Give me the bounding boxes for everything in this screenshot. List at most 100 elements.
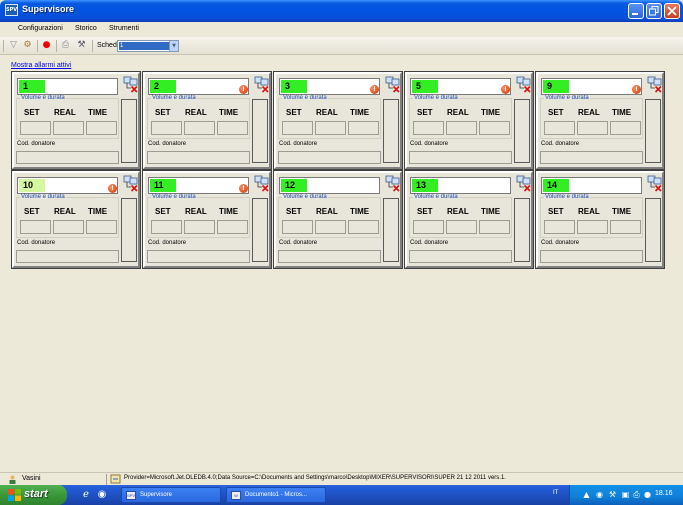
menu-storico[interactable]: Storico <box>75 25 97 32</box>
show-active-alarms-link[interactable]: Mostra allarmi attivi <box>11 62 71 69</box>
panel-id[interactable]: 9 <box>543 80 569 93</box>
language-indicator[interactable]: IT <box>553 490 558 496</box>
time-header: TIME <box>612 108 632 117</box>
tray-network-icon[interactable]: ▲ <box>582 490 591 499</box>
network-disconnected-icon[interactable] <box>646 76 662 93</box>
system-tray: ▲ ◉ ⚒ ▣ ⎙ ● 18.16 <box>569 485 683 505</box>
panel-side-indicator <box>252 99 268 163</box>
set-header: SET <box>155 108 171 117</box>
menu-strumenti[interactable]: Strumenti <box>109 25 139 32</box>
start-button[interactable]: start <box>0 485 67 505</box>
scheda-select[interactable]: 1 ▼ <box>117 40 179 52</box>
donation-panel[interactable]: 10! Volume e durata SET REAL TIME Cod. donato… <box>12 171 140 268</box>
donation-panel[interactable]: 11! Volume e durata SET REAL TIME Cod. donato… <box>143 171 271 268</box>
donation-panel[interactable]: 9! Volume e durata SET REAL TIME Cod. donator… <box>536 72 664 169</box>
real-header: REAL <box>316 108 338 117</box>
network-disconnected-icon[interactable] <box>253 76 269 93</box>
time-header: TIME <box>481 108 501 117</box>
time-value <box>86 220 117 234</box>
minimize-button[interactable] <box>628 3 644 19</box>
volume-duration-label: Volume e durata <box>413 95 459 102</box>
network-disconnected-icon[interactable] <box>515 175 531 192</box>
donation-panel[interactable]: 12 Volume e durata SET REAL TIME Cod. donator… <box>274 171 402 268</box>
user-name: Vasini <box>22 475 41 482</box>
volume-duration-label: Volume e durata <box>544 194 590 201</box>
panel-id[interactable]: 3 <box>281 80 307 93</box>
warning-icon: ! <box>108 184 117 193</box>
panel-id[interactable]: 13 <box>412 179 438 192</box>
panel-id[interactable]: 14 <box>543 179 569 192</box>
maximize-button[interactable] <box>646 3 662 19</box>
tray-alert-icon[interactable]: ● <box>643 490 652 499</box>
donation-panel[interactable]: 13 Volume e durata SET REAL TIME Cod. donator… <box>405 171 533 268</box>
time-value <box>86 121 117 135</box>
set-header: SET <box>286 207 302 216</box>
set-value <box>282 220 313 234</box>
set-value <box>20 121 51 135</box>
tray-monitor-icon[interactable]: ▣ <box>621 490 630 499</box>
real-value <box>315 220 346 234</box>
network-disconnected-icon[interactable] <box>122 175 138 192</box>
toolbar-separator <box>37 40 38 52</box>
status-separator <box>106 474 107 485</box>
blood-drop-icon[interactable]: ● <box>41 40 52 51</box>
volume-duration-group: Volume e durata SET REAL TIME <box>278 194 381 238</box>
title-bar[interactable]: SPV Supervisore <box>0 0 683 22</box>
donation-panel[interactable]: 5! Volume e durata SET REAL TIME Cod. donator… <box>405 72 533 169</box>
donor-code-label: Cod. donatore <box>17 141 56 147</box>
network-disconnected-icon[interactable] <box>384 76 400 93</box>
panel-header: 10! <box>17 177 118 194</box>
panel-id[interactable]: 10 <box>19 179 45 192</box>
set-value <box>544 220 575 234</box>
real-header: REAL <box>185 207 207 216</box>
donor-code-field <box>278 151 381 164</box>
panel-id[interactable]: 1 <box>19 80 45 93</box>
settings-icon[interactable]: ⚙ <box>22 40 33 51</box>
panel-header: 13 <box>410 177 511 194</box>
panel-id[interactable]: 2 <box>150 80 176 93</box>
volume-duration-group: Volume e durata SET REAL TIME <box>147 95 250 139</box>
donor-code-label: Cod. donatore <box>17 240 56 246</box>
network-disconnected-icon[interactable] <box>253 175 269 192</box>
clock: 18.16 <box>655 490 673 497</box>
word-document-icon: W <box>231 491 241 500</box>
panel-id[interactable]: 11 <box>150 179 176 192</box>
panel-id[interactable]: 5 <box>412 80 438 93</box>
real-header: REAL <box>578 207 600 216</box>
close-button[interactable] <box>664 3 680 19</box>
task-supervisore[interactable]: SPV Supervisore <box>121 487 221 503</box>
donor-code-field <box>278 250 381 263</box>
media-player-icon[interactable]: ◉ <box>96 489 108 501</box>
tray-printer-icon[interactable]: ⎙ <box>632 490 641 499</box>
donation-panel[interactable]: 14 Volume e durata SET REAL TIME Cod. donator… <box>536 171 664 268</box>
print-icon[interactable]: ⎙ <box>60 40 71 51</box>
scheda-value: 1 <box>119 42 170 50</box>
time-header: TIME <box>219 207 239 216</box>
supervisore-task-icon: SPV <box>126 491 136 500</box>
donation-panel[interactable]: 3! Volume e durata SET REAL TIME Cod. donator… <box>274 72 402 169</box>
network-disconnected-icon[interactable] <box>646 175 662 192</box>
task-documento[interactable]: W Documento1 - Micros... <box>226 487 326 503</box>
volume-duration-label: Volume e durata <box>151 194 197 201</box>
donation-panel[interactable]: 2! Volume e durata SET REAL TIME Cod. donator… <box>143 72 271 169</box>
tray-security-icon[interactable]: ⚒ <box>608 490 617 499</box>
tray-shield-icon[interactable]: ◉ <box>595 490 604 499</box>
donation-panel[interactable]: 1 Volume e durata SET REAL TIME Cod. donatore <box>12 72 140 169</box>
panel-id[interactable]: 12 <box>281 179 307 192</box>
filter-icon[interactable]: ▽ <box>8 40 19 51</box>
menu-configurazioni[interactable]: Configurazioni <box>18 25 63 32</box>
donor-code-field <box>409 151 512 164</box>
toolbar: ▽ ⚙ ● ⎙ ⚒ Scheda 1 ▼ <box>0 37 683 55</box>
tools-icon[interactable]: ⚒ <box>76 40 87 51</box>
time-value <box>610 220 641 234</box>
donor-code-label: Cod. donatore <box>279 141 318 147</box>
internet-explorer-icon[interactable]: ℯ <box>80 489 92 501</box>
chevron-down-icon[interactable]: ▼ <box>169 41 178 51</box>
set-value <box>151 121 182 135</box>
network-disconnected-icon[interactable] <box>122 76 138 93</box>
donor-code-field <box>540 151 643 164</box>
network-disconnected-icon[interactable] <box>515 76 531 93</box>
volume-duration-group: Volume e durata SET REAL TIME <box>16 194 119 238</box>
donor-code-field <box>540 250 643 263</box>
network-disconnected-icon[interactable] <box>384 175 400 192</box>
